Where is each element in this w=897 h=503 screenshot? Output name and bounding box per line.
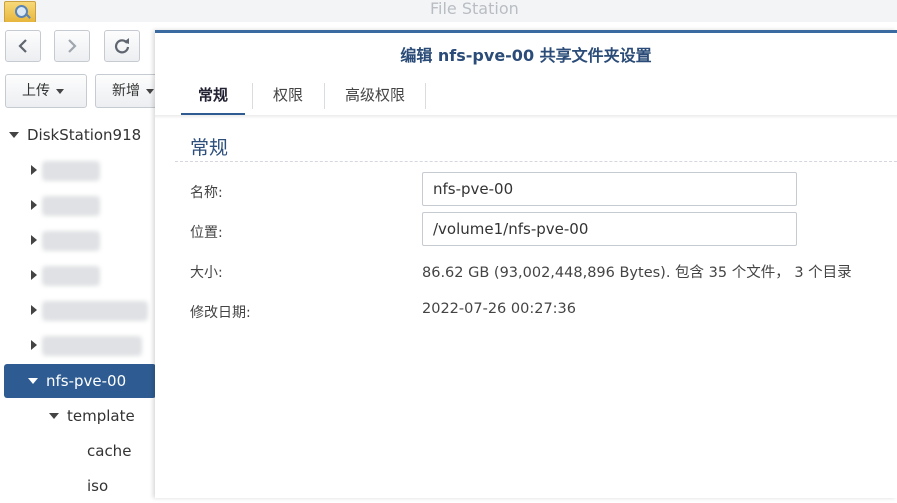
redacted-folder-name <box>42 196 100 216</box>
tree-item-hidden[interactable] <box>0 328 156 362</box>
tab-label: 常规 <box>197 86 228 104</box>
tree-item-iso[interactable]: iso <box>0 469 156 503</box>
size-value: 86.62 GB (93,002,448,896 Bytes). 包含 35 个… <box>422 265 852 281</box>
caret-down-icon <box>56 88 64 94</box>
tree-item-hidden[interactable] <box>0 188 156 222</box>
tree-item-hidden[interactable] <box>0 258 156 292</box>
section-divider <box>175 161 897 162</box>
file-station-app-icon <box>4 1 36 23</box>
expand-icon[interactable] <box>9 132 19 138</box>
redacted-folder-name <box>42 301 148 321</box>
name-label: 名称: <box>190 185 223 201</box>
title-bar: File Station <box>0 0 897 23</box>
tab-label: 高级权限 <box>344 86 405 104</box>
dialog-title: 编辑 nfs-pve-00 共享文件夹设置 <box>155 33 897 79</box>
chevron-left-icon <box>18 39 27 53</box>
tree-item-label: iso <box>87 477 109 495</box>
redacted-folder-name <box>42 161 100 181</box>
tree-item-cache[interactable]: cache <box>0 434 156 468</box>
name-field[interactable] <box>422 172 797 206</box>
location-label: 位置: <box>190 225 223 241</box>
tree-item-label: template <box>67 407 135 425</box>
tree-item-nfs-pve-00[interactable]: nfs-pve-00 <box>4 364 156 398</box>
caret-down-icon <box>146 88 154 94</box>
tree-item-label: DiskStation918 <box>27 126 142 144</box>
tab-bar-shadow <box>155 115 897 119</box>
redacted-folder-name <box>42 336 142 356</box>
tab-advanced-permissions[interactable]: 高级权限 <box>325 77 425 113</box>
tree-item-root[interactable]: DiskStation918 <box>0 118 156 152</box>
collapse-icon[interactable] <box>31 165 37 175</box>
expand-icon[interactable] <box>49 413 59 419</box>
upload-label: 上传 <box>22 83 50 99</box>
folder-tree: DiskStation918 nfs-pve-00 template cache… <box>0 118 156 495</box>
tree-item-hidden[interactable] <box>0 223 156 257</box>
collapse-icon[interactable] <box>31 340 37 350</box>
tree-item-template[interactable]: template <box>0 399 156 433</box>
tab-divider <box>425 83 426 109</box>
redacted-folder-name <box>42 266 100 286</box>
chevron-right-icon <box>68 39 77 53</box>
edit-shared-folder-dialog: 编辑 nfs-pve-00 共享文件夹设置 常规 权限 高级权限 常规 名称: … <box>155 30 897 498</box>
collapse-icon[interactable] <box>31 235 37 245</box>
collapse-icon[interactable] <box>31 200 37 210</box>
upload-button[interactable]: 上传 <box>5 74 87 108</box>
back-button[interactable] <box>5 30 41 62</box>
location-field[interactable] <box>422 212 797 246</box>
section-title: 常规 <box>190 137 229 159</box>
tree-item-label: cache <box>87 442 132 460</box>
new-label: 新增 <box>112 83 140 99</box>
tree-item-label: nfs-pve-00 <box>46 372 127 390</box>
tree-item-hidden[interactable] <box>0 293 156 327</box>
tab-label: 权限 <box>272 86 303 104</box>
size-label: 大小: <box>190 265 223 281</box>
tree-item-hidden[interactable] <box>0 153 156 187</box>
collapse-icon[interactable] <box>31 305 37 315</box>
collapse-icon[interactable] <box>31 270 37 280</box>
refresh-icon <box>114 38 130 54</box>
tab-general[interactable]: 常规 <box>175 77 251 115</box>
modified-date-value: 2022-07-26 00:27:36 <box>422 301 576 317</box>
forward-button[interactable] <box>54 30 90 62</box>
refresh-button[interactable] <box>104 30 140 62</box>
expand-icon[interactable] <box>28 378 38 384</box>
modified-date-label: 修改日期: <box>190 305 251 321</box>
redacted-folder-name <box>42 231 100 251</box>
window-title: File Station <box>430 0 519 18</box>
tab-permissions[interactable]: 权限 <box>253 77 323 113</box>
